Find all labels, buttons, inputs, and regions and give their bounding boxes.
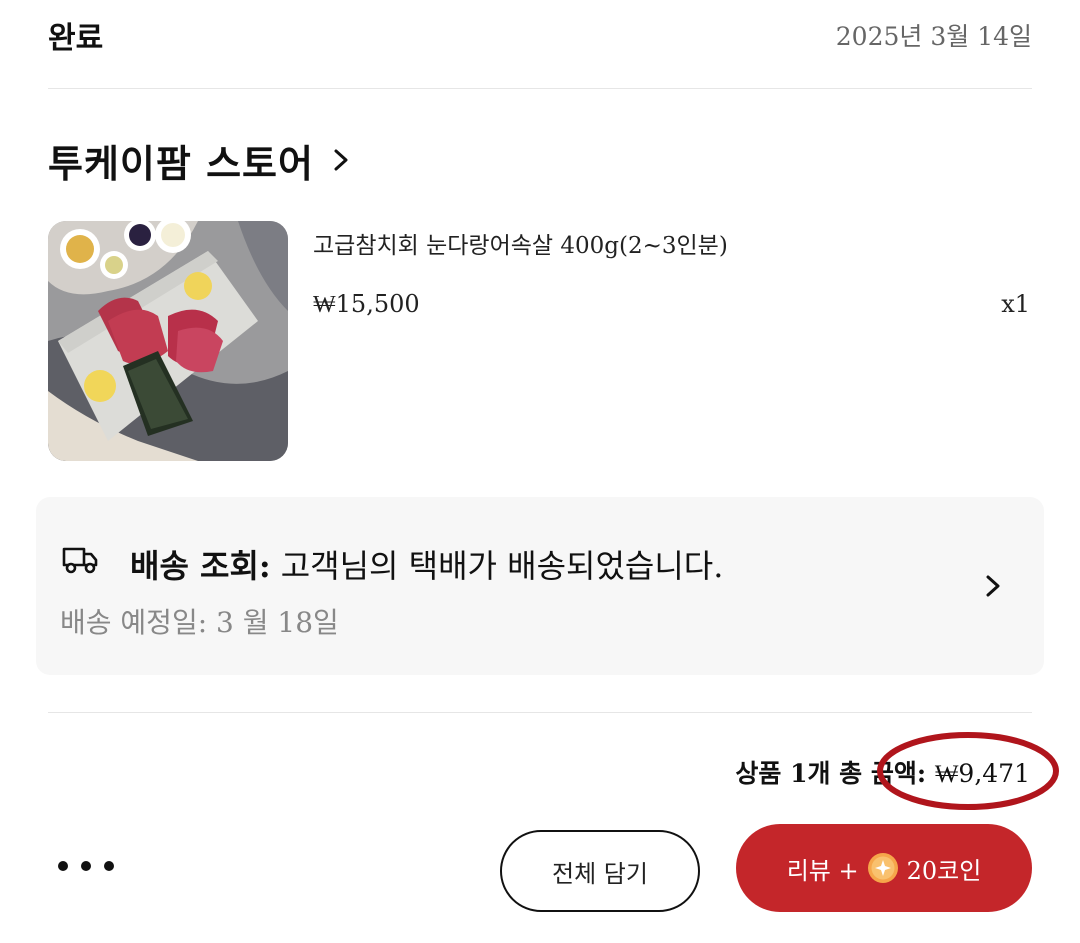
product-price: ₩15,500 — [313, 290, 420, 318]
top-divider — [48, 88, 1032, 89]
total-amount: ₩9,471 — [934, 759, 1030, 788]
total-label: 상품 1개 총 금액: — [735, 759, 927, 788]
product-thumbnail[interactable] — [48, 221, 288, 461]
shipping-label: 배송 조회: — [130, 547, 271, 585]
coin-icon — [867, 852, 899, 884]
order-status-row: 완료 2025년 3월 14일 — [48, 10, 1032, 60]
bottom-divider — [48, 712, 1032, 713]
shipping-tracking-card[interactable]: 배송 조회: 고객님의 택배가 배송되었습니다. 배송 예정일: 3 월 18일 — [36, 497, 1044, 675]
product-quantity: x1 — [1001, 290, 1030, 318]
order-total: 상품 1개 총 금액: ₩9,471 — [735, 754, 1030, 790]
store-link[interactable]: 투케이팜 스토어 — [48, 130, 354, 190]
add-all-to-cart-button[interactable]: 전체 담기 — [500, 830, 700, 912]
truck-icon — [60, 541, 100, 577]
chevron-right-icon — [984, 573, 1010, 599]
order-date: 2025년 3월 14일 — [835, 22, 1032, 51]
more-dot — [104, 861, 114, 871]
chevron-right-icon — [328, 147, 354, 173]
write-review-button[interactable]: 리뷰 + 20코인 — [736, 824, 1032, 912]
more-dot — [58, 861, 68, 871]
order-status-label: 완료 — [48, 21, 104, 56]
shipping-message: 고객님의 택배가 배송되었습니다. — [280, 547, 724, 585]
more-dot — [81, 861, 91, 871]
product-title[interactable]: 고급참치회 눈다랑어속살 400g(2~3인분) — [313, 226, 728, 260]
shipping-status-line: 배송 조회: 고객님의 택배가 배송되었습니다. — [130, 541, 723, 587]
more-options-button[interactable] — [58, 848, 114, 884]
delivery-eta: 배송 예정일: 3 월 18일 — [60, 606, 339, 639]
review-reward: 20코인 — [906, 856, 982, 885]
review-prefix: 리뷰 + — [786, 856, 859, 885]
store-name: 투케이팜 스토어 — [48, 140, 314, 186]
